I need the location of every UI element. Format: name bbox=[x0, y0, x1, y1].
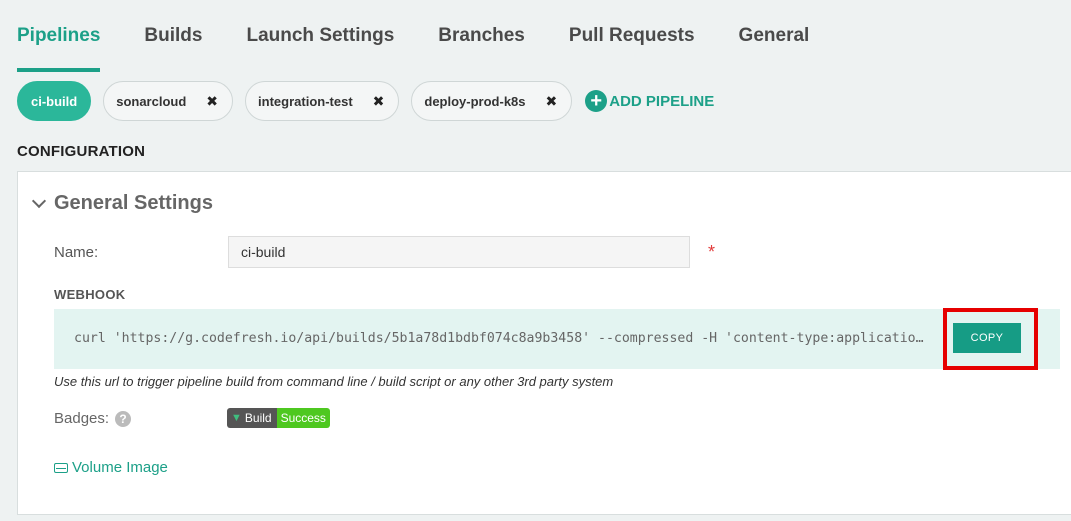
drive-icon bbox=[54, 462, 68, 473]
badges-label: Badges: ? bbox=[54, 410, 132, 427]
webhook-url[interactable]: curl 'https://g.codefresh.io/api/builds/… bbox=[74, 331, 924, 346]
general-settings-title: General Settings bbox=[54, 192, 213, 214]
pipeline-pill-label: sonarcloud bbox=[116, 93, 187, 109]
badge-right: Success bbox=[276, 408, 330, 428]
pipeline-pill-label: integration-test bbox=[258, 93, 353, 109]
pipeline-list: ci-build sonarcloud ✖ integration-test ✖… bbox=[17, 81, 714, 121]
badge-left-text: Build bbox=[244, 411, 272, 425]
pipeline-pill-label: deploy-prod-k8s bbox=[424, 93, 526, 109]
tab-launch-settings[interactable]: Launch Settings bbox=[246, 0, 394, 72]
volume-image-label: Volume Image bbox=[72, 459, 168, 476]
plus-icon: + bbox=[585, 90, 608, 112]
required-marker: * bbox=[708, 242, 716, 262]
volume-image-link[interactable]: Volume Image bbox=[54, 459, 168, 476]
name-input[interactable] bbox=[228, 236, 690, 268]
name-label: Name: bbox=[54, 244, 99, 261]
pipeline-pill-deploy-prod-k8s[interactable]: deploy-prod-k8s ✖ bbox=[411, 81, 573, 121]
configuration-panel: General Settings Name: * WEBHOOK curl 'h… bbox=[17, 171, 1071, 515]
section-title: CONFIGURATION bbox=[17, 143, 146, 160]
build-status-badge[interactable]: ▼ Build Success bbox=[227, 408, 330, 428]
close-icon[interactable]: ✖ bbox=[546, 93, 558, 110]
close-icon[interactable]: ✖ bbox=[373, 93, 385, 110]
webhook-box: curl 'https://g.codefresh.io/api/builds/… bbox=[54, 308, 1060, 370]
chevron-down-icon bbox=[31, 193, 47, 209]
tab-bar: Pipelines Builds Launch Settings Branche… bbox=[17, 0, 853, 72]
webhook-hint: Use this url to trigger pipeline build f… bbox=[54, 374, 614, 389]
pipeline-pill-sonarcloud[interactable]: sonarcloud ✖ bbox=[103, 81, 234, 121]
webhook-label: WEBHOOK bbox=[54, 287, 126, 302]
help-icon[interactable]: ? bbox=[115, 410, 132, 427]
pipeline-pill-integration-test[interactable]: integration-test ✖ bbox=[245, 81, 400, 121]
tab-pipelines[interactable]: Pipelines bbox=[17, 0, 101, 72]
badges-label-text: Badges: bbox=[54, 410, 110, 427]
badge-left: ▼ Build bbox=[227, 408, 277, 428]
general-settings-toggle[interactable]: General Settings bbox=[31, 192, 213, 215]
tab-general[interactable]: General bbox=[739, 0, 810, 72]
add-pipeline-button[interactable]: + ADD PIPELINE bbox=[585, 90, 714, 112]
tab-branches[interactable]: Branches bbox=[438, 0, 525, 72]
close-icon[interactable]: ✖ bbox=[206, 93, 218, 110]
pipeline-pill-ci-build[interactable]: ci-build bbox=[17, 81, 92, 121]
pipeline-pill-label: ci-build bbox=[31, 93, 78, 109]
tab-builds[interactable]: Builds bbox=[144, 0, 202, 72]
copy-button[interactable]: COPY bbox=[953, 323, 1021, 353]
add-pipeline-label: ADD PIPELINE bbox=[609, 92, 715, 110]
tab-pull-requests[interactable]: Pull Requests bbox=[569, 0, 695, 72]
codefresh-logo-icon: ▼ bbox=[231, 412, 242, 424]
